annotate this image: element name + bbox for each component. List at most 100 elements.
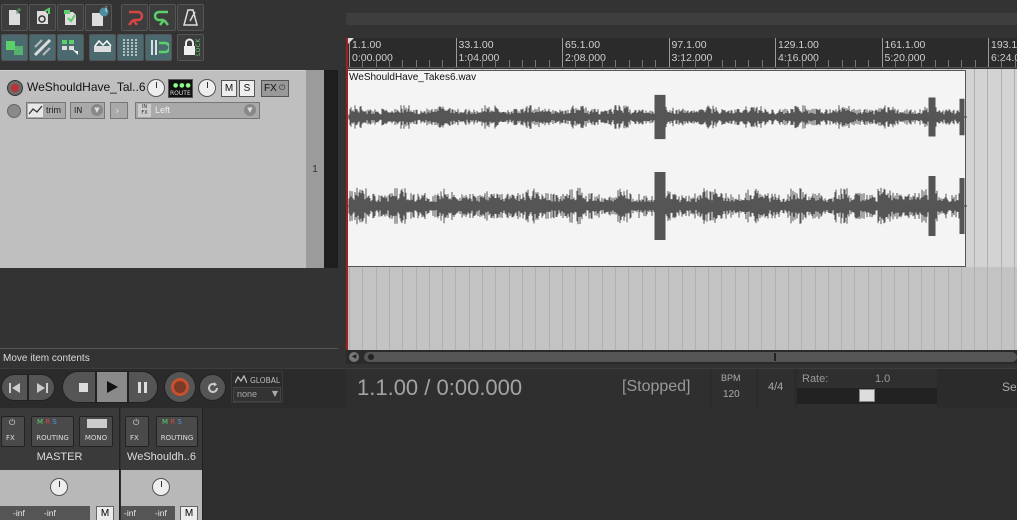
item-group-toggle[interactable] <box>145 34 172 61</box>
master-name: MASTER <box>36 451 83 463</box>
volume-knob[interactable] <box>147 79 165 97</box>
save-project-icon <box>64 10 76 25</box>
time-signature-box[interactable]: 4/4 <box>758 369 794 409</box>
mixer-strip-master[interactable]: ⏻ FX M R S ROUTING MONO MASTER -inf -inf <box>0 408 120 520</box>
ruler-tick <box>508 60 510 67</box>
grid-toggle[interactable] <box>57 34 84 61</box>
ruler-tick <box>948 60 950 67</box>
record-icon <box>171 378 189 396</box>
r-indicator: R <box>170 418 176 426</box>
envelope-button[interactable]: trim <box>26 102 66 119</box>
master-routing-button[interactable]: M R S ROUTING <box>31 416 74 447</box>
meter-left-value: -inf <box>13 508 25 518</box>
track-mute-button[interactable]: M <box>180 506 198 520</box>
routing-label: ROUTING <box>36 434 69 442</box>
horizontal-scrollbar-thumb[interactable] <box>364 352 1017 362</box>
track-pan-knob[interactable] <box>152 478 170 496</box>
mixer-strip-header: ⏻ FX M R S ROUTING WeShouldh..6 <box>121 408 202 470</box>
ruler-tick <box>974 60 976 67</box>
lock-label: LOCK <box>195 38 202 56</box>
svg-text:*: * <box>17 7 21 16</box>
automation-icon <box>235 375 247 384</box>
snap-toggle[interactable] <box>1 34 28 61</box>
project-info-button[interactable]: i <box>85 4 112 31</box>
grid-line <box>987 69 988 350</box>
ruler-tick <box>522 60 524 67</box>
route-button[interactable]: ●●● ROUTE <box>168 79 193 98</box>
playrate-slider-handle[interactable] <box>859 389 875 402</box>
ruler-tick <box>1014 60 1016 67</box>
track-icon-button[interactable] <box>7 104 21 118</box>
input-monitor-button[interactable]: IN ▼ <box>70 102 105 119</box>
master-mute-button[interactable]: M <box>96 506 114 520</box>
track-control-panel[interactable]: WeShouldHave_Tal..6 ●●● ROUTE M S FX ⏻ t… <box>0 70 306 268</box>
trim-label: trim <box>46 105 61 115</box>
ruler-time-label: 2:08.000 <box>565 52 606 64</box>
go-to-end-button[interactable] <box>28 374 55 401</box>
ripple-edit-toggle[interactable] <box>29 34 56 61</box>
playrate-slider[interactable] <box>797 388 937 404</box>
ruler-tick <box>708 60 710 67</box>
ruler-tick <box>615 60 617 67</box>
track-number[interactable]: 1 <box>306 70 324 268</box>
automation-mode-select[interactable]: none ▼ <box>233 387 281 402</box>
record-arm-button[interactable] <box>7 80 23 96</box>
playrate-box[interactable]: Rate: 1.0 <box>797 369 937 409</box>
lock-toggle[interactable]: LOCK <box>177 34 204 61</box>
automation-mode-chevron-icon: ▼ <box>271 389 278 398</box>
stop-button[interactable] <box>62 371 96 403</box>
metronome-button[interactable] <box>177 4 204 31</box>
ruler-tick <box>828 60 830 67</box>
input-fx-button[interactable]: › <box>110 102 128 119</box>
mute-button[interactable]: M <box>221 80 237 97</box>
save-project-button[interactable] <box>57 4 84 31</box>
solo-button[interactable]: S <box>239 80 255 97</box>
m-indicator: M <box>162 418 169 426</box>
track-fx-button[interactable]: ⏻ FX <box>125 416 149 447</box>
timeline-ruler[interactable]: 1.1.00 0:00.000 33.1.00 1:04.000 65.1.00 2:08… <box>346 38 1017 68</box>
mixer-strip-track[interactable]: ⏻ FX M R S ROUTING WeShouldh..6 -inf -in… <box>121 408 203 520</box>
media-item-title: WeShouldHave_Takes6.wav <box>349 72 477 83</box>
arrange-view[interactable]: WeShouldHave_Takes6.wav <box>346 69 1017 350</box>
info-badge: i <box>105 5 108 14</box>
track-routing-button[interactable]: M R S ROUTING <box>156 416 198 447</box>
ripple-edit-icon <box>33 38 52 57</box>
snap-icon <box>6 41 23 55</box>
horizontal-scrollbar[interactable]: ◀ <box>346 350 1017 364</box>
ruler-tick <box>655 60 657 67</box>
media-item[interactable]: WeShouldHave_Takes6.wav <box>346 70 967 267</box>
automation-mode-box[interactable]: GLOBAL none ▼ <box>231 371 283 403</box>
master-fx-button[interactable]: ⏻ FX <box>1 416 25 447</box>
undo-button[interactable] <box>121 4 148 31</box>
master-pan-knob[interactable] <box>50 478 68 496</box>
input-select-chevron-icon: ▼ <box>244 104 256 116</box>
open-project-button[interactable] <box>29 4 56 31</box>
record-button[interactable] <box>164 371 196 403</box>
mute-label: M <box>100 508 110 519</box>
track-name-field[interactable]: WeShouldHave_Tal..6 <box>24 78 146 97</box>
new-project-button[interactable]: * <box>1 4 28 31</box>
redo-button[interactable] <box>149 4 176 31</box>
scroll-thumb-grip-icon <box>368 354 374 360</box>
tcp-empty-area[interactable] <box>0 269 338 348</box>
grid-line <box>1001 69 1002 350</box>
go-to-start-button[interactable] <box>1 374 28 401</box>
fx-button[interactable]: FX ⏻ <box>261 80 289 97</box>
ruler-tick <box>868 60 870 67</box>
item-group-icon <box>151 40 169 55</box>
repeat-button[interactable] <box>199 374 226 401</box>
input-select[interactable]: IN FX Left ▼ <box>135 102 260 119</box>
grid-icon <box>62 40 78 55</box>
master-mono-button[interactable]: MONO <box>79 416 113 447</box>
tempo-box[interactable]: BPM 120 <box>712 369 756 409</box>
pause-button[interactable] <box>128 371 158 403</box>
envelope-icon <box>28 104 43 117</box>
time-display[interactable]: 1.1.00 / 0:00.000 [Stopped] <box>346 369 710 409</box>
grid-lines-toggle[interactable] <box>117 34 144 61</box>
scroll-left-icon[interactable]: ◀ <box>349 352 359 362</box>
phase-knob[interactable] <box>198 79 216 97</box>
play-button[interactable] <box>96 371 128 403</box>
status-bar: Move item contents <box>0 348 338 367</box>
grid-line <box>974 69 975 350</box>
envelope-link-toggle[interactable] <box>89 34 116 61</box>
